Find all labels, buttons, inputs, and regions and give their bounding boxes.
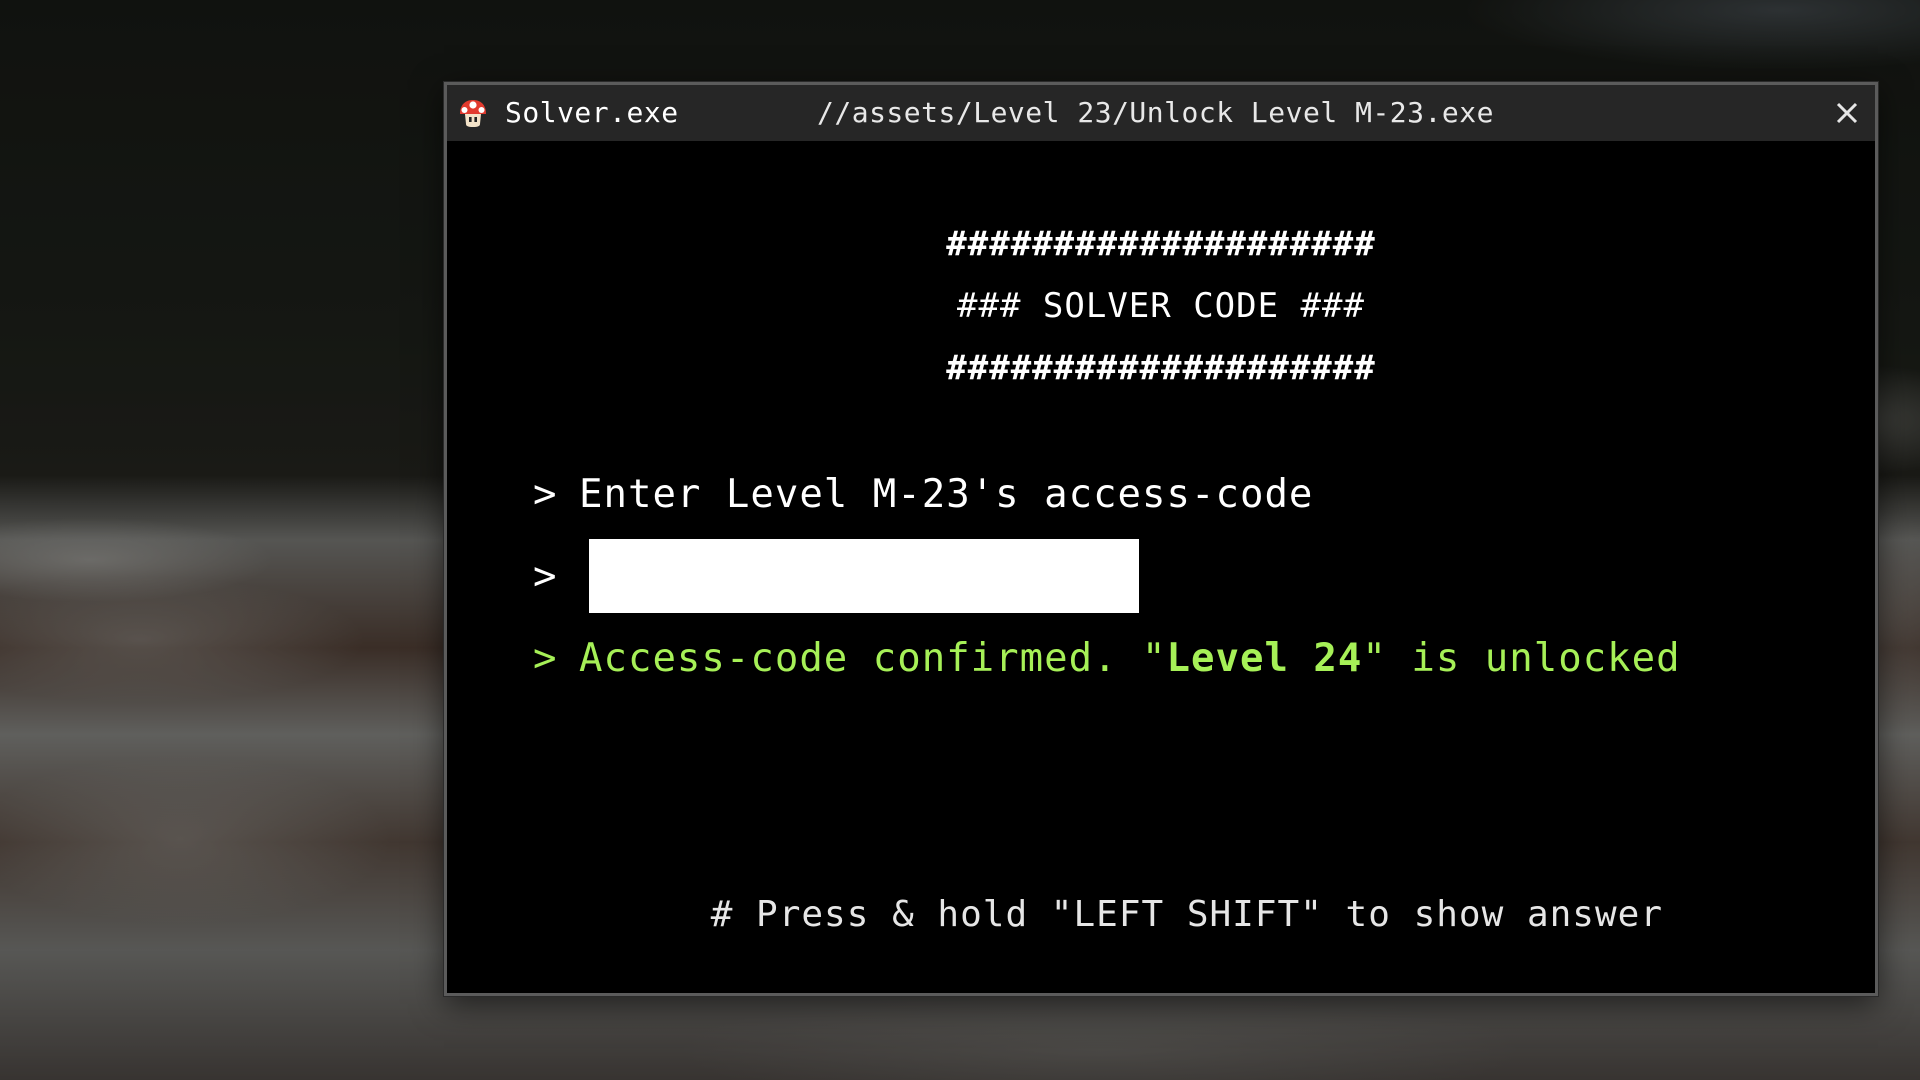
banner-bottom-line: #################### — [946, 348, 1376, 388]
confirmation-suffix: " is unlocked — [1362, 636, 1681, 681]
window-path-title: //assets/Level 23/Unlock Level M-23.exe — [817, 96, 1494, 129]
instruction-line: > Enter Level M-23's access-code — [533, 471, 1313, 519]
banner-top-line: #################### — [946, 224, 1376, 264]
instruction-text: Enter Level M-23's access-code — [579, 472, 1314, 517]
input-line: > — [533, 553, 579, 601]
banner-title: ### SOLVER CODE ### — [957, 286, 1365, 326]
prompt-symbol: > — [533, 636, 558, 681]
confirmation-prefix: Access-code confirmed. " — [579, 636, 1167, 681]
close-icon[interactable] — [1827, 93, 1867, 133]
access-code-input[interactable] — [589, 539, 1139, 613]
confirmation-line: > Access-code confirmed. "Level 24" is un… — [533, 635, 1681, 683]
terminal-content: #################### ### SOLVER CODE ###… — [447, 141, 1875, 993]
show-answer-hint: # Press & hold "LEFT SHIFT" to show answ… — [710, 894, 1663, 935]
solver-window: Solver.exe //assets/Level 23/Unlock Leve… — [444, 82, 1878, 996]
window-titlebar[interactable]: Solver.exe //assets/Level 23/Unlock Leve… — [447, 85, 1875, 141]
prompt-symbol: > — [533, 472, 558, 517]
solver-banner: #################### ### SOLVER CODE ###… — [447, 213, 1875, 399]
unlocked-level-name: Level 24 — [1166, 636, 1363, 681]
mushroom-icon — [460, 100, 486, 127]
prompt-symbol: > — [533, 554, 558, 599]
app-name: Solver.exe — [505, 96, 679, 129]
